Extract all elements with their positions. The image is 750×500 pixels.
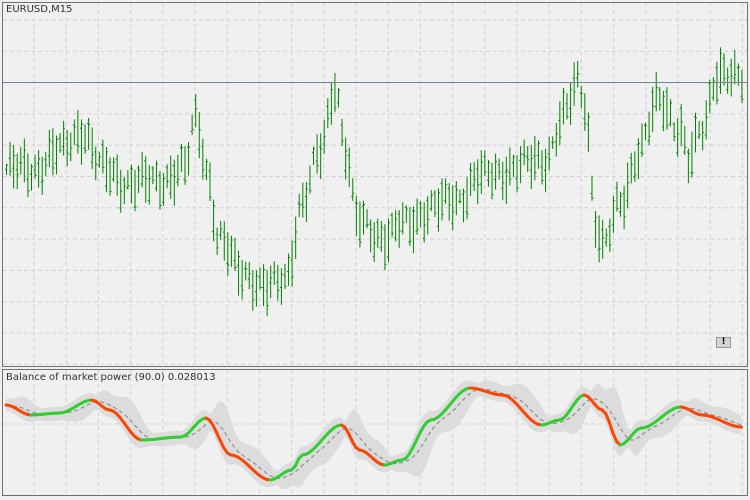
indicator-title: Balance of market power (90.0) 0.028013	[6, 372, 216, 383]
price-bars	[5, 47, 744, 317]
grid	[3, 3, 747, 495]
chart-canvas[interactable]	[0, 0, 750, 500]
symbol-label: EURUSD,M15	[6, 4, 73, 15]
main-panel-border	[2, 2, 748, 367]
alert-button[interactable]: !	[716, 337, 731, 348]
